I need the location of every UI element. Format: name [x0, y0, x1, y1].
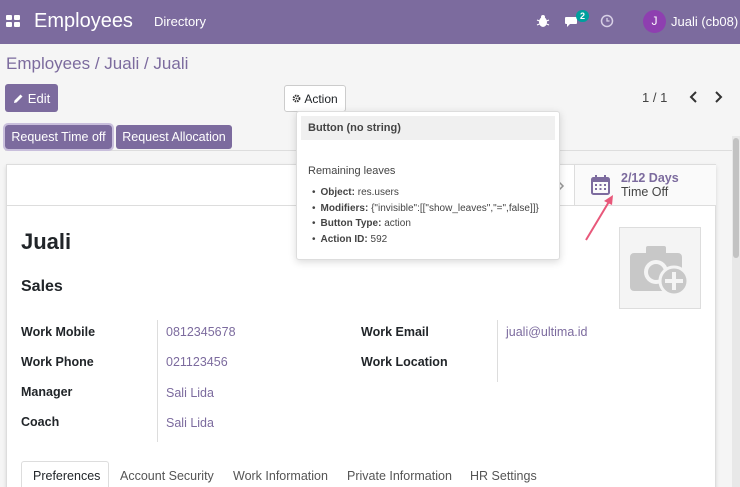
user-menu[interactable]: Juali (cb08) [671, 14, 738, 29]
tab-private-information[interactable]: Private Information [347, 469, 452, 483]
field-value-coach[interactable]: Sali Lida [166, 416, 214, 430]
breadcrumb: Employees / Juali / Juali [6, 54, 188, 74]
tooltip-key: Action ID: [320, 233, 368, 245]
menu-directory[interactable]: Directory [154, 14, 206, 29]
tooltip-value: {"invisible":[["show_leaves","=",false]]… [371, 202, 539, 214]
field-label-work-email: Work Email [361, 325, 429, 339]
avatar[interactable]: J [643, 10, 666, 33]
tooltip-item-object: Object: res.users [312, 187, 539, 203]
field-label-manager: Manager [21, 385, 73, 399]
tooltip-key: Modifiers: [320, 202, 369, 214]
time-off-stat-value: 2/12 Days [621, 171, 679, 185]
employee-photo[interactable] [619, 227, 701, 309]
employee-name: Juali [21, 229, 72, 254]
field-separator [157, 320, 158, 442]
request-allocation-button[interactable]: Request Allocation [116, 125, 232, 149]
edit-button[interactable]: Edit [5, 84, 58, 112]
tooltip-value: res.users [357, 187, 399, 198]
field-value-work-phone: 021123456 [166, 355, 228, 369]
chevron-left-icon[interactable] [688, 90, 700, 104]
field-value-work-mobile: 0812345678 [166, 325, 236, 339]
gear-icon [292, 94, 301, 103]
field-label-work-phone: Work Phone [21, 355, 94, 369]
field-label-work-mobile: Work Mobile [21, 325, 96, 339]
field-label-work-location: Work Location [361, 355, 448, 369]
tooltip-help-text: Remaining leaves [308, 165, 396, 177]
apps-icon[interactable] [6, 15, 21, 28]
field-separator [497, 320, 498, 382]
breadcrumb-current: Juali [153, 54, 189, 73]
breadcrumb-parent[interactable]: Juali [104, 54, 139, 73]
field-value-manager[interactable]: Sali Lida [166, 386, 214, 400]
edit-button-label: Edit [27, 90, 51, 106]
action-button-label: Action [304, 91, 338, 106]
breadcrumb-employees[interactable]: Employees [6, 54, 90, 73]
breadcrumb-separator: / [139, 54, 154, 73]
tab-work-information[interactable]: Work Information [233, 469, 328, 483]
bug-icon[interactable] [536, 14, 550, 28]
tab-account-security[interactable]: Account Security [120, 469, 214, 483]
tab-preferences[interactable]: Preferences [33, 469, 100, 483]
field-label-coach: Coach [21, 415, 60, 429]
pager-value[interactable]: 1 / 1 [642, 90, 667, 105]
annotation-arrow [585, 195, 613, 241]
tooltip-item-button-type: Button Type: action [312, 218, 539, 234]
tooltip-item-action-id: Action ID: 592 [312, 234, 539, 250]
tooltip-details: Object: res.users Modifiers: {"invisible… [312, 187, 539, 249]
tooltip-value: action [384, 218, 411, 229]
tab-hr-settings[interactable]: HR Settings [470, 469, 537, 483]
employee-job-title: Sales [21, 278, 63, 295]
clock-icon[interactable] [600, 14, 614, 28]
scrollbar-thumb[interactable] [733, 138, 739, 258]
tooltip-key: Button Type: [320, 218, 382, 229]
action-button[interactable]: Action [284, 85, 346, 112]
time-off-stat-label: Time Off [621, 185, 669, 199]
pencil-icon [13, 94, 23, 103]
request-time-off-button[interactable]: Request Time off [3, 123, 114, 151]
camera-plus-icon [630, 246, 690, 297]
tooltip-key: Object: [320, 187, 355, 198]
breadcrumb-separator: / [90, 54, 105, 73]
field-value-work-email[interactable]: juali@ultima.id [506, 325, 587, 339]
chevron-right-icon[interactable] [712, 90, 724, 104]
tooltip-value: 592 [370, 233, 388, 245]
tooltip-item-modifiers: Modifiers: {"invisible":[["show_leaves",… [312, 203, 539, 219]
app-title[interactable]: Employees [34, 10, 133, 33]
tooltip-title: Button (no string) [301, 116, 555, 140]
chat-count-badge: 2 [576, 10, 590, 22]
